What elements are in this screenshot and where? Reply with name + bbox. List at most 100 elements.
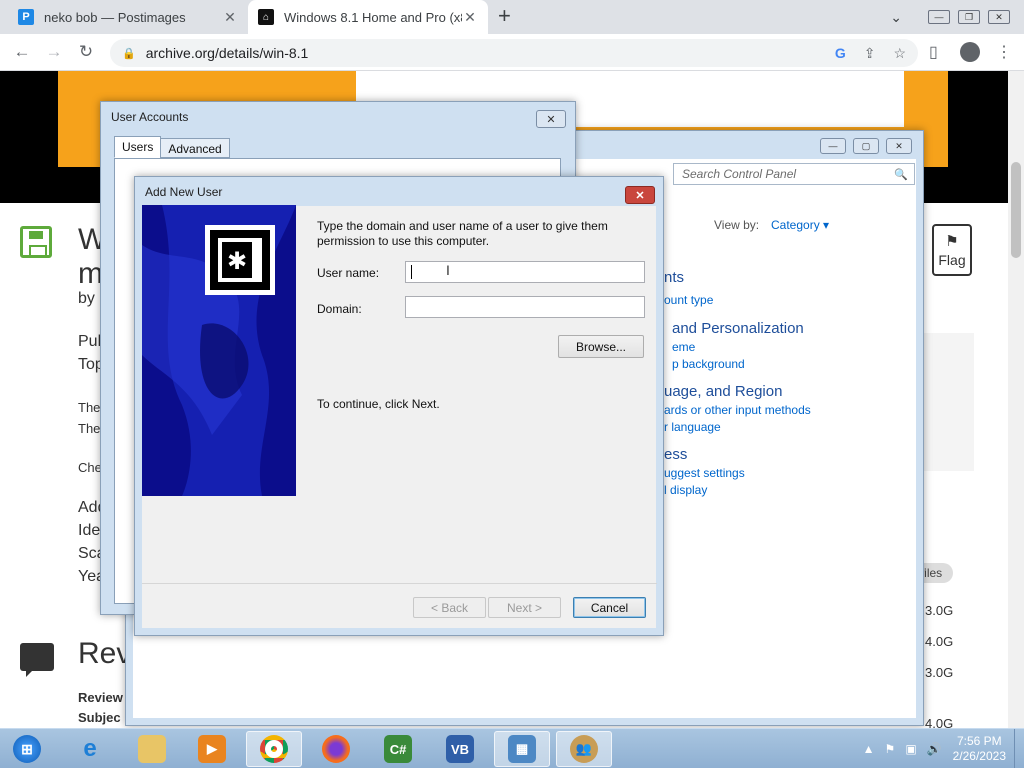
- item-meta-identifier: Ide: [78, 522, 101, 539]
- cp-group-heading[interactable]: ess: [664, 446, 687, 463]
- browser-tab-postimages[interactable]: P neko bob — Postimages ✕: [8, 0, 248, 34]
- profile-avatar-icon[interactable]: [960, 42, 980, 62]
- start-button[interactable]: ⊞: [0, 731, 54, 767]
- close-window-icon[interactable]: ✕: [988, 10, 1010, 24]
- cp-link[interactable]: p background: [672, 357, 745, 371]
- volume-icon[interactable]: 🔊: [927, 742, 942, 756]
- close-tab-icon[interactable]: ✕: [462, 9, 478, 26]
- tab-users[interactable]: Users: [114, 136, 162, 158]
- item-desc-1: The: [78, 400, 101, 415]
- internet-explorer-icon: e: [83, 735, 97, 762]
- browser-tab-archive[interactable]: ⌂ Windows 8.1 Home and Pro (x86 ✕: [248, 0, 488, 34]
- show-hidden-icons-icon[interactable]: ▲: [863, 742, 875, 756]
- cp-link[interactable]: ards or other input methods: [664, 403, 811, 417]
- browser-tab-strip: P neko bob — Postimages ✕ ⌂ Windows 8.1 …: [0, 0, 1024, 34]
- user-accounts-tabs: Users Advanced: [114, 136, 230, 158]
- menu-dots-icon[interactable]: ⋮: [996, 42, 1012, 62]
- action-center-flag-icon[interactable]: ⚑: [885, 742, 896, 756]
- next-button[interactable]: Next >: [488, 597, 561, 618]
- cp-group-heading[interactable]: and Personalization: [672, 320, 804, 337]
- lock-icon: 🔒: [122, 47, 136, 60]
- view-by-category-dropdown[interactable]: Category ▾: [771, 218, 829, 232]
- flag-label: Flag: [938, 252, 966, 268]
- taskbar-chrome[interactable]: [246, 731, 302, 767]
- back-arrow-icon[interactable]: ←: [12, 42, 32, 62]
- username-label: User name:: [317, 266, 380, 280]
- reload-icon[interactable]: ↻: [76, 42, 96, 62]
- clock-date: 2/26/2023: [952, 749, 1006, 763]
- review-bubble-icon: [20, 643, 54, 677]
- category-label: Category: [771, 218, 820, 232]
- minimize-icon[interactable]: —: [820, 138, 846, 154]
- forward-arrow-icon[interactable]: →: [44, 42, 64, 62]
- taskbar-explorer[interactable]: [124, 731, 180, 767]
- browse-button[interactable]: Browse...: [558, 335, 644, 358]
- control-panel-search-input[interactable]: Search Control Panel 🔍: [673, 163, 915, 185]
- folder-icon: [138, 735, 166, 763]
- cp-link[interactable]: uggest settings: [664, 466, 745, 480]
- cp-group-heading[interactable]: uage, and Region: [664, 383, 782, 400]
- file-size: 4.0G: [925, 634, 954, 649]
- taskbar-csharp[interactable]: C#: [370, 731, 426, 767]
- minimize-icon[interactable]: —: [928, 10, 950, 24]
- save-disk-icon: [20, 226, 52, 258]
- side-panel-icon[interactable]: ▯: [929, 42, 938, 62]
- review-label: Review: [78, 690, 123, 705]
- csharp-icon: C#: [384, 735, 412, 763]
- show-desktop-button[interactable]: [1014, 729, 1024, 768]
- window-controls: ⌄ — ❐ ✕: [890, 0, 1024, 34]
- tab-advanced[interactable]: Advanced: [160, 138, 230, 158]
- taskbar-user-accounts[interactable]: 👥: [556, 731, 612, 767]
- new-tab-button[interactable]: +: [498, 5, 511, 27]
- cp-link[interactable]: r language: [664, 420, 721, 434]
- google-icon[interactable]: G: [835, 45, 846, 61]
- address-bar[interactable]: 🔒 archive.org/details/win-8.1 G ⇪ ☆: [110, 39, 918, 67]
- taskbar-vb[interactable]: VB: [432, 731, 488, 767]
- dialog-title: Add New User: [145, 185, 223, 199]
- item-publish: Pul: [78, 333, 102, 350]
- domain-input[interactable]: [405, 296, 645, 318]
- instructions-text: Type the domain and user name of a user …: [317, 219, 608, 248]
- close-icon[interactable]: ✕: [625, 186, 655, 204]
- control-panel-icon: ▦: [508, 735, 536, 763]
- cancel-button[interactable]: Cancel: [573, 597, 646, 618]
- url-text: archive.org/details/win-8.1: [145, 45, 309, 61]
- cp-group-heading[interactable]: nts: [664, 269, 684, 286]
- close-icon[interactable]: ✕: [886, 138, 912, 154]
- taskbar-media[interactable]: ▶: [184, 731, 240, 767]
- cp-link[interactable]: l display: [664, 483, 707, 497]
- clock-time: 7:56 PM: [956, 734, 1002, 748]
- reviews-heading: Rev: [78, 637, 132, 670]
- windows-taskbar: ⊞ e ▶ C# VB ▦ 👥 ▲ ⚑ ▣ 🔊 7:56 PM 2/26/202…: [0, 728, 1024, 768]
- ibeam-cursor-icon: I: [446, 262, 450, 278]
- tab-title: neko bob — Postimages: [44, 9, 186, 25]
- network-icon[interactable]: ▣: [905, 742, 916, 756]
- tab-search-icon[interactable]: ⌄: [890, 9, 902, 26]
- taskbar-clock[interactable]: 7:56 PM 2/26/2023: [953, 734, 1006, 764]
- chrome-icon: [260, 735, 288, 763]
- flag-icon: ⚑: [945, 233, 959, 250]
- media-player-icon: ▶: [198, 735, 226, 763]
- taskbar-ie[interactable]: e: [62, 731, 118, 767]
- close-icon[interactable]: ✕: [536, 110, 566, 128]
- taskbar-control-panel[interactable]: ▦: [494, 731, 550, 767]
- taskbar-firefox[interactable]: [308, 731, 364, 767]
- restore-icon[interactable]: ❐: [958, 10, 980, 24]
- username-input[interactable]: [405, 261, 645, 283]
- cp-link[interactable]: ount type: [664, 293, 713, 307]
- svg-text:✱: ✱: [227, 247, 247, 275]
- back-button[interactable]: < Back: [413, 597, 486, 618]
- users-icon: 👥: [570, 735, 598, 763]
- visual-basic-icon: VB: [446, 735, 474, 763]
- cp-link[interactable]: eme: [672, 340, 695, 354]
- item-desc-2: The: [78, 421, 101, 436]
- file-size: 4.0G: [925, 716, 954, 728]
- flag-button[interactable]: ⚑ Flag: [932, 224, 972, 276]
- close-tab-icon[interactable]: ✕: [222, 9, 238, 26]
- bookmark-star-icon[interactable]: ☆: [893, 45, 906, 62]
- share-icon[interactable]: ⇪: [864, 45, 876, 62]
- browser-toolbar: ← → ↻ 🔒 archive.org/details/win-8.1 G ⇪ …: [0, 34, 1024, 71]
- view-by-label: View by:: [714, 218, 760, 232]
- page-scrollbar-thumb[interactable]: [1011, 162, 1021, 258]
- maximize-icon[interactable]: ▢: [853, 138, 879, 154]
